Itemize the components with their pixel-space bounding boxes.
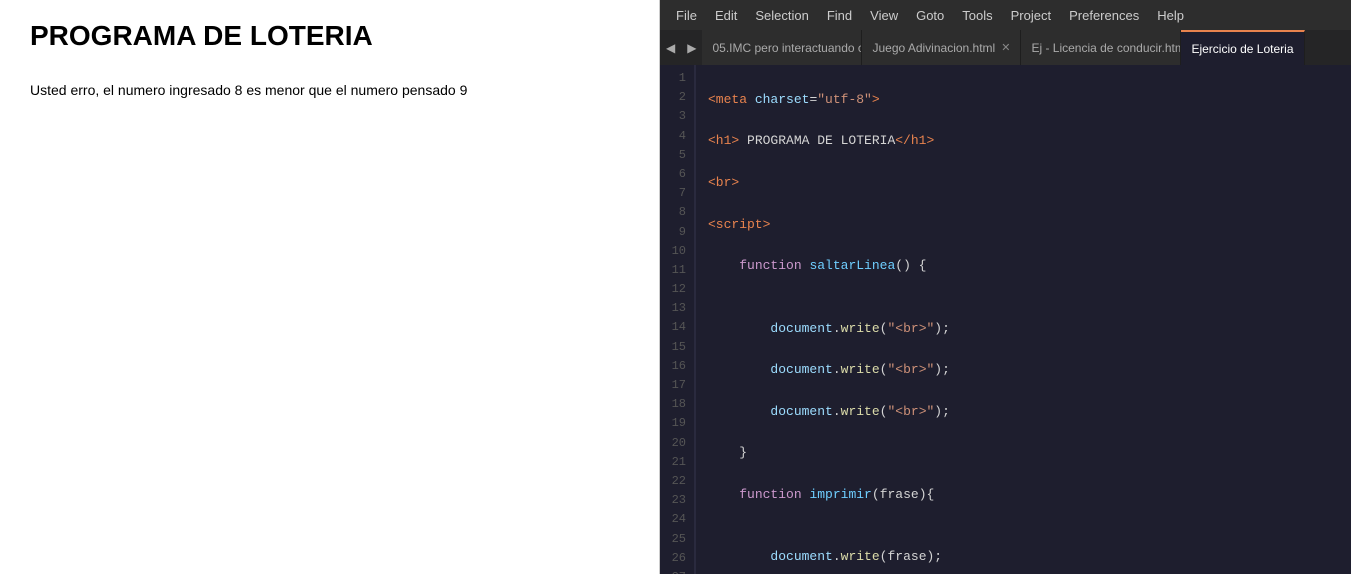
ln-14: 14 (664, 318, 686, 337)
code-line-5: function saltarLinea() { (708, 256, 1351, 277)
tab-nav-prev[interactable]: ◀ (660, 30, 681, 65)
ln-20: 20 (664, 434, 686, 453)
menu-preferences[interactable]: Preferences (1061, 5, 1147, 26)
code-line-1: <meta charset="utf-8"> (708, 90, 1351, 111)
ln-23: 23 (664, 491, 686, 510)
ln-24: 24 (664, 510, 686, 529)
ln-5: 5 (664, 146, 686, 165)
code-line-2: <h1> PROGRAMA DE LOTERIA</h1> (708, 131, 1351, 152)
ln-7: 7 (664, 184, 686, 203)
ln-3: 3 (664, 107, 686, 126)
tab-juego-close[interactable]: ✕ (1001, 41, 1010, 54)
ln-16: 16 (664, 357, 686, 376)
tab-loteria[interactable]: Ejercicio de Loteria (1181, 30, 1304, 65)
ln-17: 17 (664, 376, 686, 395)
browser-panel: PROGRAMA DE LOTERIA Usted erro, el numer… (0, 0, 660, 574)
code-line-3: <br> (708, 173, 1351, 194)
code-content: <meta charset="utf-8"> <h1> PROGRAMA DE … (696, 65, 1351, 574)
line-numbers: 1 2 3 4 5 6 7 8 9 10 11 12 13 14 15 16 1… (660, 65, 696, 574)
ln-21: 21 (664, 453, 686, 472)
ln-26: 26 (664, 549, 686, 568)
menu-goto[interactable]: Goto (908, 5, 952, 26)
ln-11: 11 (664, 261, 686, 280)
ln-15: 15 (664, 338, 686, 357)
code-line-10: } (708, 443, 1351, 464)
code-line-7: document.write("<br>"); (708, 319, 1351, 340)
page-title: PROGRAMA DE LOTERIA (30, 20, 629, 52)
code-line-13: document.write(frase); (708, 547, 1351, 568)
ln-2: 2 (664, 88, 686, 107)
menu-find[interactable]: Find (819, 5, 860, 26)
ln-13: 13 (664, 299, 686, 318)
ln-1: 1 (664, 69, 686, 88)
tabs-bar: ◀ ▶ 05.IMC pero interactuando con usuari… (660, 30, 1351, 65)
ln-9: 9 (664, 223, 686, 242)
ln-22: 22 (664, 472, 686, 491)
code-line-11: function imprimir(frase){ (708, 485, 1351, 506)
menu-file[interactable]: File (668, 5, 705, 26)
menu-tools[interactable]: Tools (954, 5, 1000, 26)
editor-panel: File Edit Selection Find View Goto Tools… (660, 0, 1351, 574)
tab-juego-label: Juego Adivinacion.html (872, 41, 995, 55)
tab-loteria-label: Ejercicio de Loteria (1191, 42, 1293, 56)
tab-nav-next[interactable]: ▶ (681, 30, 702, 65)
tab-licencia-label: Ej - Licencia de conducir.html (1031, 41, 1181, 55)
ln-4: 4 (664, 127, 686, 146)
tab-juego[interactable]: Juego Adivinacion.html ✕ (862, 30, 1021, 65)
ln-6: 6 (664, 165, 686, 184)
menu-edit[interactable]: Edit (707, 5, 745, 26)
ln-25: 25 (664, 530, 686, 549)
menu-bar: File Edit Selection Find View Goto Tools… (660, 0, 1351, 30)
ln-12: 12 (664, 280, 686, 299)
ln-27: 27 (664, 568, 686, 574)
menu-help[interactable]: Help (1149, 5, 1192, 26)
tab-licencia[interactable]: Ej - Licencia de conducir.html ✕ (1021, 30, 1181, 65)
tab-imc-label: 05.IMC pero interactuando con usuario.h (712, 41, 862, 55)
tab-imc[interactable]: 05.IMC pero interactuando con usuario.h (702, 30, 862, 65)
code-line-9: document.write("<br>"); (708, 402, 1351, 423)
ln-19: 19 (664, 414, 686, 433)
ln-10: 10 (664, 242, 686, 261)
ln-8: 8 (664, 203, 686, 222)
code-line-4: <script> (708, 215, 1351, 236)
code-area[interactable]: 1 2 3 4 5 6 7 8 9 10 11 12 13 14 15 16 1… (660, 65, 1351, 574)
output-text: Usted erro, el numero ingresado 8 es men… (30, 82, 629, 98)
ln-18: 18 (664, 395, 686, 414)
menu-selection[interactable]: Selection (747, 5, 816, 26)
code-line-8: document.write("<br>"); (708, 360, 1351, 381)
menu-view[interactable]: View (862, 5, 906, 26)
menu-project[interactable]: Project (1003, 5, 1059, 26)
